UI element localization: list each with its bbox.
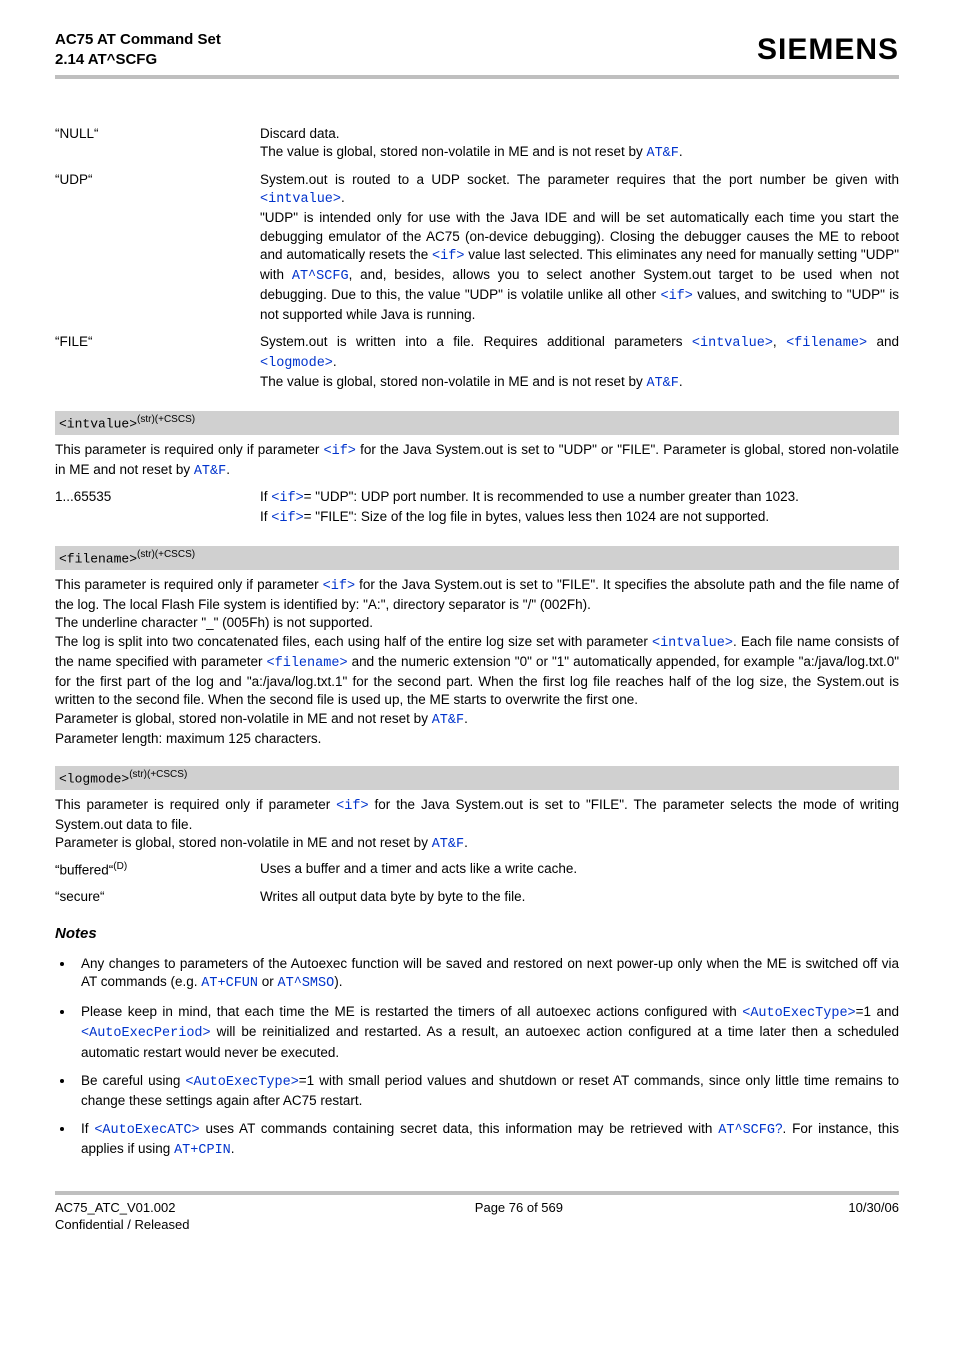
footer-left-l2: Confidential / Released [55,1217,189,1232]
param-intro: This parameter is required only if param… [55,441,899,481]
def-term: “NULL“ [55,125,260,143]
footer-left-l1: AC75_ATC_V01.002 [55,1200,175,1215]
def-desc: System.out is written into a file. Requi… [260,333,899,394]
def-row: “FILE“ System.out is written into a file… [55,333,899,394]
header-title: AC75 AT Command Set 2.14 AT^SCFG [55,30,221,71]
notes-list: Any changes to parameters of the Autoexe… [55,955,899,1161]
def-term: 1...65535 [55,488,260,506]
param-sup: (str)(+CSCS) [129,769,187,780]
note-item: Please keep in mind, that each time the … [75,1003,899,1062]
param-name: <intvalue> [59,417,137,432]
footer-divider [55,1191,899,1195]
def-desc: Uses a buffer and a timer and acts like … [260,860,899,878]
def-desc: If <if>= "UDP": UDP port number. It is r… [260,488,899,528]
def-term: “UDP“ [55,171,260,189]
note-item: Be careful using <AutoExecType>=1 with s… [75,1072,899,1110]
value-definitions: “NULL“ Discard data.The value is global,… [55,125,899,394]
def-row: “secure“ Writes all output data byte by … [55,888,899,906]
param-sup: (str)(+CSCS) [137,549,195,560]
param-heading-intvalue: <intvalue>(str)(+CSCS) [55,411,899,435]
notes-heading: Notes [55,924,899,944]
param-rows: “buffered“(D) Uses a buffer and a timer … [55,860,899,906]
footer-left: AC75_ATC_V01.002 Confidential / Released [55,1199,189,1234]
param-heading-logmode: <logmode>(str)(+CSCS) [55,766,899,790]
header-line2: 2.14 AT^SCFG [55,50,221,70]
def-row: “buffered“(D) Uses a buffer and a timer … [55,860,899,880]
brand-logo: SIEMENS [757,30,899,71]
def-row: “NULL“ Discard data.The value is global,… [55,125,899,163]
param-name: <logmode> [59,771,129,786]
param-heading-filename: <filename>(str)(+CSCS) [55,546,899,570]
def-row: “UDP“ System.out is routed to a UDP sock… [55,171,899,325]
footer-right: 10/30/06 [848,1199,899,1234]
def-row: 1...65535 If <if>= "UDP": UDP port numbe… [55,488,899,528]
param-body: This parameter is required only if param… [55,576,899,748]
def-term: “secure“ [55,888,260,906]
note-item: Any changes to parameters of the Autoexe… [75,955,899,993]
note-item: If <AutoExecATC> uses AT commands contai… [75,1120,899,1160]
header-divider [55,75,899,79]
def-desc: Writes all output data byte by byte to t… [260,888,899,906]
def-desc: Discard data.The value is global, stored… [260,125,899,163]
header-line1: AC75 AT Command Set [55,31,221,48]
param-rows: 1...65535 If <if>= "UDP": UDP port numbe… [55,488,899,528]
page-footer: AC75_ATC_V01.002 Confidential / Released… [55,1199,899,1234]
def-term: “buffered“(D) [55,860,260,880]
def-term: “FILE“ [55,333,260,351]
def-desc: System.out is routed to a UDP socket. Th… [260,171,899,325]
page-header: AC75 AT Command Set 2.14 AT^SCFG SIEMENS [55,30,899,71]
param-name: <filename> [59,551,137,566]
param-sup: (str)(+CSCS) [137,414,195,425]
param-intro: This parameter is required only if param… [55,796,899,855]
footer-center: Page 76 of 569 [475,1199,563,1234]
